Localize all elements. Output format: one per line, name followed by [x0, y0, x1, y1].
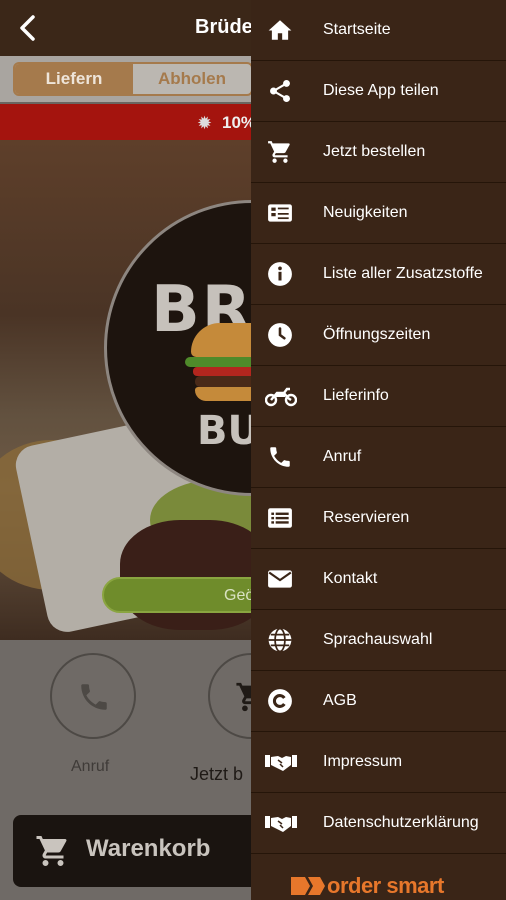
badge-icon: ✹	[197, 113, 213, 133]
home-icon	[267, 17, 293, 43]
call-action-button[interactable]	[50, 653, 136, 739]
order-smart-brand: order smart	[291, 873, 444, 899]
menu-item-additives[interactable]: Liste aller Zusatzstoffe	[251, 244, 506, 305]
clock-icon	[267, 322, 293, 348]
tab-abholen[interactable]: Abholen	[133, 64, 251, 94]
cart-icon	[35, 833, 71, 869]
info-icon	[267, 261, 293, 287]
menu-item-label: Sprachauswahl	[323, 631, 433, 648]
order-smart-text: order smart	[327, 873, 444, 898]
menu-item-startseite[interactable]: Startseite	[251, 0, 506, 61]
envelope-icon	[267, 566, 293, 592]
open-status-label: Geö	[224, 587, 255, 604]
navigation-drawer: Startseite Diese App teilen Jetzt bestel…	[251, 0, 506, 900]
copyright-icon	[267, 688, 293, 714]
motorcycle-icon	[265, 383, 297, 409]
order-action-label: Jetzt b	[190, 764, 244, 784]
menu-item-share[interactable]: Diese App teilen	[251, 61, 506, 122]
menu-item-hours[interactable]: Öffnungszeiten	[251, 305, 506, 366]
menu-item-imprint[interactable]: Impressum	[251, 732, 506, 793]
menu-item-label: Liste aller Zusatzstoffe	[323, 265, 483, 282]
phone-icon	[267, 444, 293, 470]
cart-label: Warenkorb	[86, 835, 211, 862]
menu-item-language[interactable]: Sprachauswahl	[251, 610, 506, 671]
menu-item-label: AGB	[323, 692, 357, 709]
order-smart-logo-icon	[291, 875, 325, 897]
share-icon	[267, 78, 293, 104]
cart-icon	[267, 139, 293, 165]
handshake-icon	[265, 749, 297, 775]
menu-item-label: Startseite	[323, 21, 391, 38]
menu-item-delivery-info[interactable]: Lieferinfo	[251, 366, 506, 427]
globe-icon	[267, 627, 293, 653]
menu-item-label: Öffnungszeiten	[323, 326, 431, 343]
tab-liefern[interactable]: Liefern	[15, 64, 133, 94]
menu-item-privacy[interactable]: Datenschutzerklärung	[251, 793, 506, 854]
menu-item-agb[interactable]: AGB	[251, 671, 506, 732]
mode-toggle: Liefern Abholen	[13, 62, 253, 96]
menu-item-label: Jetzt bestellen	[323, 143, 426, 160]
menu-item-news[interactable]: Neuigkeiten	[251, 183, 506, 244]
handshake-icon	[265, 810, 297, 836]
menu-item-call[interactable]: Anruf	[251, 427, 506, 488]
meat-shape	[120, 520, 270, 630]
menu-item-label: Datenschutzerklärung	[323, 814, 479, 831]
menu-item-label: Diese App teilen	[323, 82, 439, 99]
chevron-left-icon[interactable]	[14, 12, 42, 44]
cart-button[interactable]: Warenkorb	[13, 815, 269, 887]
list-icon	[267, 505, 293, 531]
menu-item-label: Reservieren	[323, 509, 410, 526]
menu-item-label: Neuigkeiten	[323, 204, 408, 221]
call-action-label: Anruf	[71, 758, 110, 775]
menu-item-contact[interactable]: Kontakt	[251, 549, 506, 610]
menu-item-label: Kontakt	[323, 570, 378, 587]
phone-icon	[81, 684, 107, 710]
menu-item-label: Lieferinfo	[323, 387, 389, 404]
menu-item-label: Anruf	[323, 448, 362, 465]
news-icon	[267, 200, 293, 226]
menu-item-label: Impressum	[323, 753, 403, 770]
menu-item-order[interactable]: Jetzt bestellen	[251, 122, 506, 183]
menu-item-reserve[interactable]: Reservieren	[251, 488, 506, 549]
